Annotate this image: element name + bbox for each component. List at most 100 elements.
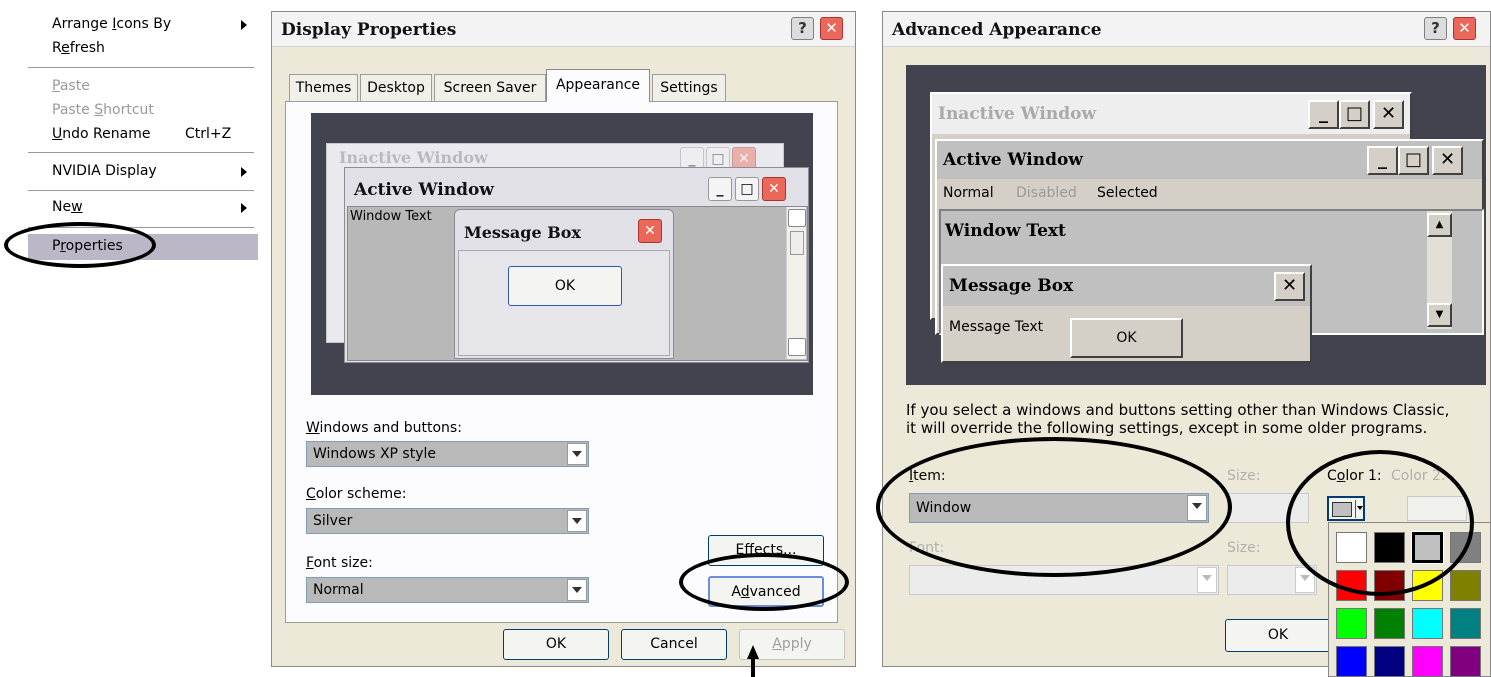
message-box-body: OK xyxy=(458,250,670,356)
select-value: Normal xyxy=(313,582,364,598)
tab-appearance[interactable]: Appearance xyxy=(546,69,650,102)
menu-separator xyxy=(28,190,254,191)
scroll-down-icon[interactable] xyxy=(788,338,806,356)
submenu-arrow-icon xyxy=(241,167,247,177)
tab-desktop[interactable]: Desktop xyxy=(360,74,432,101)
select-value: Silver xyxy=(313,513,353,529)
menu-item-new[interactable]: New xyxy=(52,199,83,215)
menu-item-refresh[interactable]: Refresh xyxy=(52,40,105,56)
font-size-select[interactable]: Normal xyxy=(306,577,589,603)
menu-normal: Normal xyxy=(943,185,994,201)
appearance-panel: Inactive Window _ □ ✕ Active Window _ □ … xyxy=(285,101,838,623)
annotation-arrow-shaft xyxy=(751,657,755,677)
menu-item-label: Paste xyxy=(52,78,90,94)
maximize-icon: □ xyxy=(1398,146,1429,175)
ok-button[interactable]: OK xyxy=(503,629,609,660)
cancel-button[interactable]: Cancel xyxy=(621,629,727,660)
tab-themes[interactable]: Themes xyxy=(289,74,358,101)
dialog-title: Advanced Appearance xyxy=(892,20,1102,40)
message-box-title: Message Box xyxy=(464,223,581,242)
color-swatch[interactable] xyxy=(1336,646,1367,677)
active-window-title: Active Window xyxy=(943,150,1083,170)
scroll-up-icon[interactable] xyxy=(788,209,806,227)
menu-item-label: Arrange Icons By xyxy=(52,16,172,32)
chevron-down-icon xyxy=(567,443,587,465)
menu-item-paste: Paste xyxy=(52,78,90,94)
windows-buttons-select[interactable]: Windows XP style xyxy=(306,441,589,467)
minimize-icon: _ xyxy=(1308,100,1339,129)
ok-button[interactable]: OK xyxy=(1225,619,1331,652)
title-bar: Advanced Appearance ? ✕ xyxy=(883,12,1490,47)
menu-item-label: Paste Shortcut xyxy=(52,102,154,118)
close-icon: ✕ xyxy=(762,177,786,201)
color-swatch[interactable] xyxy=(1450,646,1481,677)
message-box-title: Message Box xyxy=(949,276,1074,296)
scrollbar[interactable]: ▲ ▼ xyxy=(1427,211,1452,329)
active-window-title: Active Window xyxy=(354,180,494,200)
scrollbar[interactable] xyxy=(786,207,806,359)
menu-item-label: Refresh xyxy=(52,40,105,56)
size-label: Size: xyxy=(1227,468,1261,484)
color-swatch[interactable] xyxy=(1450,608,1481,639)
close-button[interactable]: ✕ xyxy=(820,17,843,40)
font-size-label: Font size: xyxy=(306,555,373,571)
annotation-ellipse xyxy=(1286,450,1474,596)
font-size-label: Size: xyxy=(1227,540,1261,556)
menu-separator xyxy=(28,152,254,153)
tab-settings[interactable]: Settings xyxy=(652,74,726,101)
inactive-window-title: Inactive Window xyxy=(339,148,488,167)
color-scheme-label: Color scheme: xyxy=(306,486,407,502)
color-swatch[interactable] xyxy=(1374,646,1405,677)
menu-item-nvidia-display[interactable]: NVIDIA Display xyxy=(52,163,157,179)
shortcut-label: Ctrl+Z xyxy=(185,126,232,142)
close-icon: ✕ xyxy=(1274,272,1305,301)
chevron-down-icon xyxy=(567,579,587,601)
color-swatch[interactable] xyxy=(1450,570,1481,601)
menu-selected: Selected xyxy=(1097,185,1158,201)
submenu-arrow-icon xyxy=(241,20,247,30)
menu-item-arrange-icons[interactable]: Arrange Icons By xyxy=(52,16,171,32)
appearance-preview: Inactive Window _ □ ✕ Active Window _ □ … xyxy=(311,113,813,395)
color-swatch[interactable] xyxy=(1412,608,1443,639)
menu-item-undo-rename[interactable]: Undo Rename Ctrl+Z xyxy=(52,126,231,142)
tab-screen-saver[interactable]: Screen Saver xyxy=(434,74,546,101)
close-button[interactable]: ✕ xyxy=(1453,17,1476,40)
color-swatch[interactable] xyxy=(1336,608,1367,639)
close-icon: ✕ xyxy=(1432,146,1463,175)
annotation-ellipse xyxy=(679,553,849,611)
minimize-icon: _ xyxy=(1367,146,1398,175)
inactive-window-title: Inactive Window xyxy=(938,104,1097,124)
menu-item-label: NVIDIA Display xyxy=(52,163,157,179)
close-icon: ✕ xyxy=(638,219,662,243)
menu-item-paste-shortcut: Paste Shortcut xyxy=(52,102,154,118)
preview-ok-button: OK xyxy=(1070,318,1183,358)
help-button[interactable]: ? xyxy=(1424,17,1447,40)
window-text: Window Text xyxy=(350,209,432,224)
chevron-down-icon xyxy=(567,510,587,532)
preview-ok-button: OK xyxy=(508,266,622,306)
color-scheme-select[interactable]: Silver xyxy=(306,508,589,534)
maximize-icon: □ xyxy=(735,177,759,201)
close-icon: ✕ xyxy=(1373,100,1404,129)
menu-disabled: Disabled xyxy=(1016,185,1077,201)
dialog-title: Display Properties xyxy=(281,20,457,40)
scroll-up-icon[interactable]: ▲ xyxy=(1427,213,1452,237)
help-button[interactable]: ? xyxy=(791,17,814,40)
color-swatch[interactable] xyxy=(1412,646,1443,677)
message-box-preview: Message Box ✕ Message Text OK xyxy=(941,264,1312,363)
font-size-select xyxy=(1227,565,1317,595)
menu-item-label: New xyxy=(52,199,83,215)
window-text: Window Text xyxy=(945,221,1066,241)
windows-buttons-label: Windows and buttons: xyxy=(306,420,462,436)
menu-separator xyxy=(28,67,254,68)
annotation-ellipse xyxy=(4,222,156,268)
minimize-icon: _ xyxy=(708,177,732,201)
scroll-down-icon[interactable]: ▼ xyxy=(1427,303,1452,327)
color-swatch[interactable] xyxy=(1374,608,1405,639)
annotation-ellipse xyxy=(876,437,1232,577)
message-box-preview: Message Box ✕ OK xyxy=(454,209,674,359)
select-value: Windows XP style xyxy=(313,446,436,462)
title-bar: Display Properties ? ✕ xyxy=(272,12,855,47)
message-text: Message Text xyxy=(949,319,1044,335)
submenu-arrow-icon xyxy=(241,203,247,213)
